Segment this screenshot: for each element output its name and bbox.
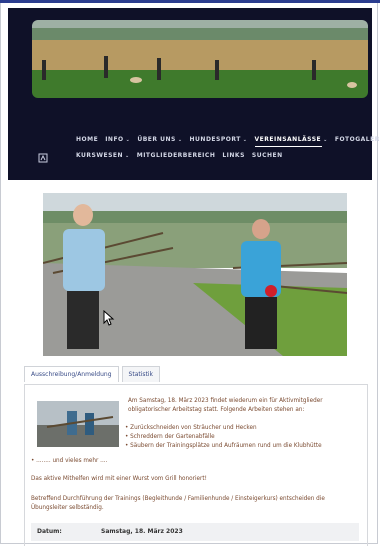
task-list: Zurückschneiden von Sträucher und Hecken…: [125, 424, 322, 451]
nav-item-label: MITGLIEDERBEREICH: [136, 152, 216, 159]
chevron-down-icon: ⌄: [323, 137, 328, 143]
nav-item-info[interactable]: INFO ⌄: [105, 136, 130, 143]
nav-item-label: ÜBER UNS: [137, 136, 176, 143]
nav-item-suchen[interactable]: SUCHEN: [252, 152, 283, 159]
nav-row-2: KURSWESEN ⌄ MITGLIEDERBEREICH LINKS SUCHEN: [76, 152, 376, 159]
site-logo-icon[interactable]: [38, 148, 48, 163]
chevron-down-icon: ⌄: [125, 153, 130, 159]
nav-item-fotogalerie[interactable]: FOTOGALERIE⌄: [335, 136, 380, 143]
list-item-more: ........ und vieles mehr ....: [31, 458, 107, 464]
training-note: Betreffend Durchführung der Trainings (B…: [31, 496, 325, 511]
date-value: Samstag, 18. März 2023: [101, 528, 183, 535]
nav-item-label: KURSWESEN: [76, 152, 124, 159]
nav-item-label: SUCHEN: [251, 152, 283, 159]
list-item: Zurückschneiden von Sträucher und Hecken: [125, 424, 322, 433]
chevron-down-icon: ⌄: [177, 137, 183, 143]
main-navigation: HOME INFO ⌄ ÜBER UNS ⌄ HUNDESPORT ⌄ VEREINSANLÄ…: [76, 136, 380, 168]
chevron-down-icon: ⌄: [242, 137, 248, 143]
content-tabs: Ausschreibung/Anmeldung Statistik: [24, 366, 163, 382]
mouse-pointer-icon: [103, 309, 115, 326]
nav-item-über-uns[interactable]: ÜBER UNS ⌄: [137, 136, 182, 143]
list-item: Schreddern der Gartenabfälle: [125, 433, 322, 442]
nav-item-vereinsanlässe[interactable]: VEREINSANLÄSSE ⌄: [254, 136, 328, 147]
nav-item-label: VEREINSANLÄSSE: [254, 136, 322, 143]
top-accent-bar: [0, 0, 380, 3]
header-banner-image: [32, 20, 368, 98]
tab-statistik[interactable]: Statistik: [121, 366, 161, 382]
nav-item-label: INFO: [105, 136, 124, 143]
date-label: Datum:: [37, 528, 62, 535]
tab-panel: Am Samstag, 18. März 2023 findet wiederu…: [24, 384, 368, 546]
nav-item-label: FOTOGALERIE: [334, 136, 380, 143]
article-intro: Am Samstag, 18. März 2023 findet wiederu…: [128, 398, 323, 413]
nav-item-label: HUNDESPORT: [189, 136, 241, 143]
list-item: Säubern der Trainingsplätze und Aufräume…: [125, 442, 321, 451]
nav-item-kurswesen[interactable]: KURSWESEN ⌄: [76, 152, 130, 159]
nav-item-links[interactable]: LINKS: [222, 152, 245, 159]
article-thumbnail: [37, 401, 119, 447]
event-photo: [43, 193, 347, 356]
site-header: HOME INFO ⌄ ÜBER UNS ⌄ HUNDESPORT ⌄ VEREINSANLÄ…: [8, 8, 380, 180]
nav-item-label: HOME: [76, 136, 99, 143]
grill-note: Das aktive Mithelfen wird mit einer Wurs…: [31, 476, 207, 482]
nav-item-mitgliederbereich[interactable]: MITGLIEDERBEREICH: [137, 152, 216, 159]
date-row: Datum: Samstag, 18. März 2023: [31, 523, 359, 541]
chevron-down-icon: ⌄: [125, 137, 131, 143]
nav-item-hundesport[interactable]: HUNDESPORT ⌄: [190, 136, 248, 143]
nav-row-1: HOME INFO ⌄ ÜBER UNS ⌄ HUNDESPORT ⌄ VEREINSANLÄ…: [76, 136, 380, 147]
nav-item-label: LINKS: [222, 152, 245, 159]
nav-item-home[interactable]: HOME: [76, 136, 98, 143]
tab-ausschreibung-anmeldung[interactable]: Ausschreibung/Anmeldung: [24, 366, 119, 382]
